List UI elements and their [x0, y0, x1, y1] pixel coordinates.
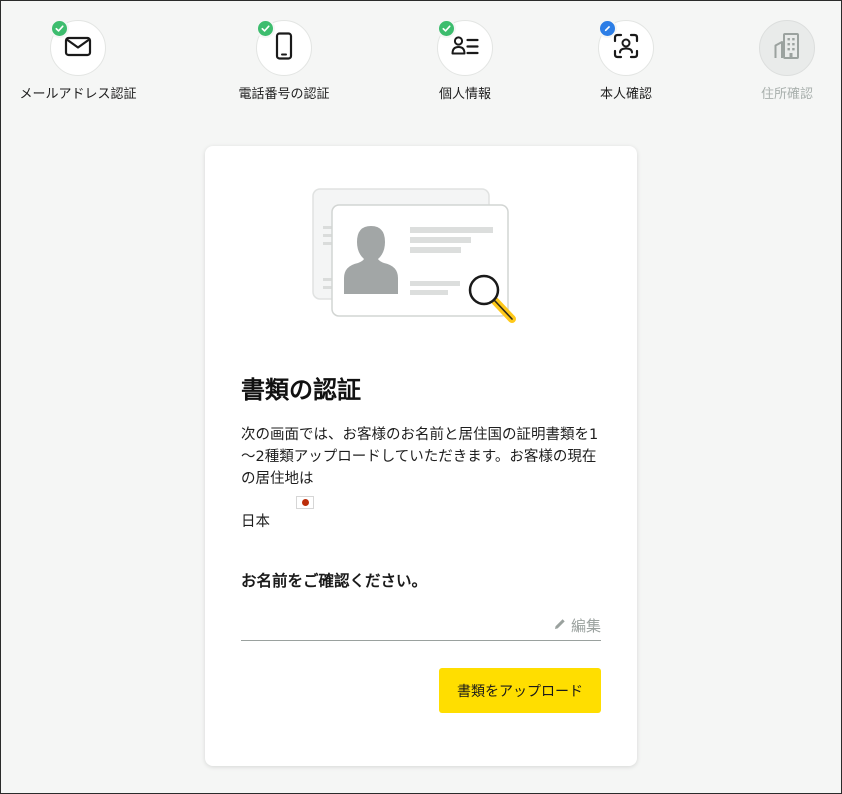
check-badge-icon — [437, 19, 456, 38]
name-confirm-prompt: お名前をご確認ください。 — [241, 572, 428, 590]
check-badge-icon — [256, 19, 275, 38]
step-label: 本人確認 — [599, 87, 652, 102]
upload-documents-button[interactable]: 書類をアップロード — [439, 668, 601, 713]
step-label: メールアドレス認証 — [19, 87, 137, 102]
person-list-icon — [450, 31, 480, 65]
smartphone-icon — [269, 31, 299, 65]
step-identity-verification: 本人確認 — [546, 19, 706, 103]
edit-label: 編集 — [570, 617, 601, 635]
step-circle — [50, 19, 106, 76]
step-circle — [256, 19, 312, 76]
country-name: 日本 — [241, 514, 270, 530]
edit-name-button[interactable]: 編集 — [553, 615, 601, 636]
step-circle — [759, 20, 815, 76]
check-badge-icon — [50, 19, 69, 38]
id-card-search-illustration — [311, 186, 521, 331]
progress-stepper: メールアドレス認証 電話番号の認証 個人情報 本人確認 住所確認 — [1, 1, 841, 111]
step-label: 個人情報 — [438, 87, 491, 102]
face-scan-icon — [611, 31, 641, 65]
step-phone-verification: 電話番号の認証 — [204, 19, 364, 103]
pencil-icon — [553, 617, 567, 635]
step-personal-info: 個人情報 — [385, 19, 545, 103]
card-description: 次の画面では、お客様のお名前と居住国の証明書類を1～2種類アップロードしていただ… — [241, 427, 599, 487]
name-display-field: 編集 — [241, 611, 601, 641]
step-circle — [598, 19, 654, 76]
japan-flag-icon — [296, 496, 314, 509]
pencil-badge-icon — [598, 19, 617, 38]
step-label: 電話番号の認証 — [238, 87, 330, 102]
building-icon — [772, 31, 802, 65]
step-email-verification: メールアドレス認証 — [0, 19, 158, 103]
document-verification-card: 書類の認証 次の画面では、お客様のお名前と居住国の証明書類を1～2種類アップロー… — [205, 146, 637, 766]
step-circle — [437, 19, 493, 76]
step-address-verification: 住所確認 — [707, 20, 842, 103]
step-label: 住所確認 — [760, 87, 813, 102]
card-title: 書類の認証 — [241, 376, 361, 404]
envelope-icon — [63, 31, 93, 65]
